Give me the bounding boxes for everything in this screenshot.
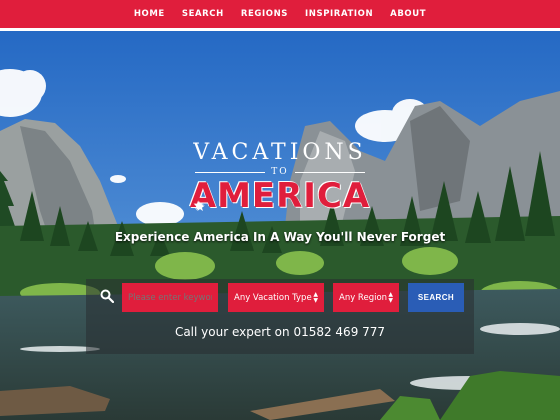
hero-tagline: Experience America In A Way You'll Never… <box>114 230 446 244</box>
keyword-search-input[interactable] <box>122 283 218 312</box>
vacation-type-value: Any Vacation Type <box>234 292 312 303</box>
region-value: Any Region <box>339 292 388 303</box>
nav-inspiration[interactable]: INSPIRATION <box>305 9 373 19</box>
logo-america-text: AMERICA <box>189 176 371 216</box>
logo-line-america: ★ AMERICA <box>190 178 370 214</box>
vacation-type-select[interactable]: Any Vacation Type ▲ ▼ <box>228 283 324 312</box>
nav-regions[interactable]: REGIONS <box>241 9 288 19</box>
select-arrows-icon: ▲ ▼ <box>388 290 393 304</box>
phone-contact-text: Call your expert on 01582 469 777 <box>174 325 386 339</box>
search-panel: Any Vacation Type ▲▼ Any Region ▲▼ SEARC… <box>86 279 474 354</box>
top-nav: HOME SEARCH REGIONS INSPIRATION ABOUT <box>0 0 560 31</box>
region-select[interactable]: Any Region ▲ ▼ <box>333 283 399 312</box>
star-icon: ★ <box>193 199 206 213</box>
logo-rule-left <box>195 171 266 173</box>
logo-rule-right <box>294 171 365 173</box>
search-icon <box>100 289 114 303</box>
hero-landscape-image <box>0 31 560 420</box>
select-arrows-icon: ▲ ▼ <box>313 290 318 304</box>
nav-about[interactable]: ABOUT <box>390 9 426 19</box>
nav-home[interactable]: HOME <box>134 9 165 19</box>
nav-search[interactable]: SEARCH <box>182 9 224 19</box>
logo-line-vacations: VACATIONS <box>193 140 367 165</box>
vacations-to-america-logo[interactable]: VACATIONS TO ★ AMERICA <box>0 140 560 214</box>
search-button[interactable]: SEARCH <box>408 283 464 312</box>
